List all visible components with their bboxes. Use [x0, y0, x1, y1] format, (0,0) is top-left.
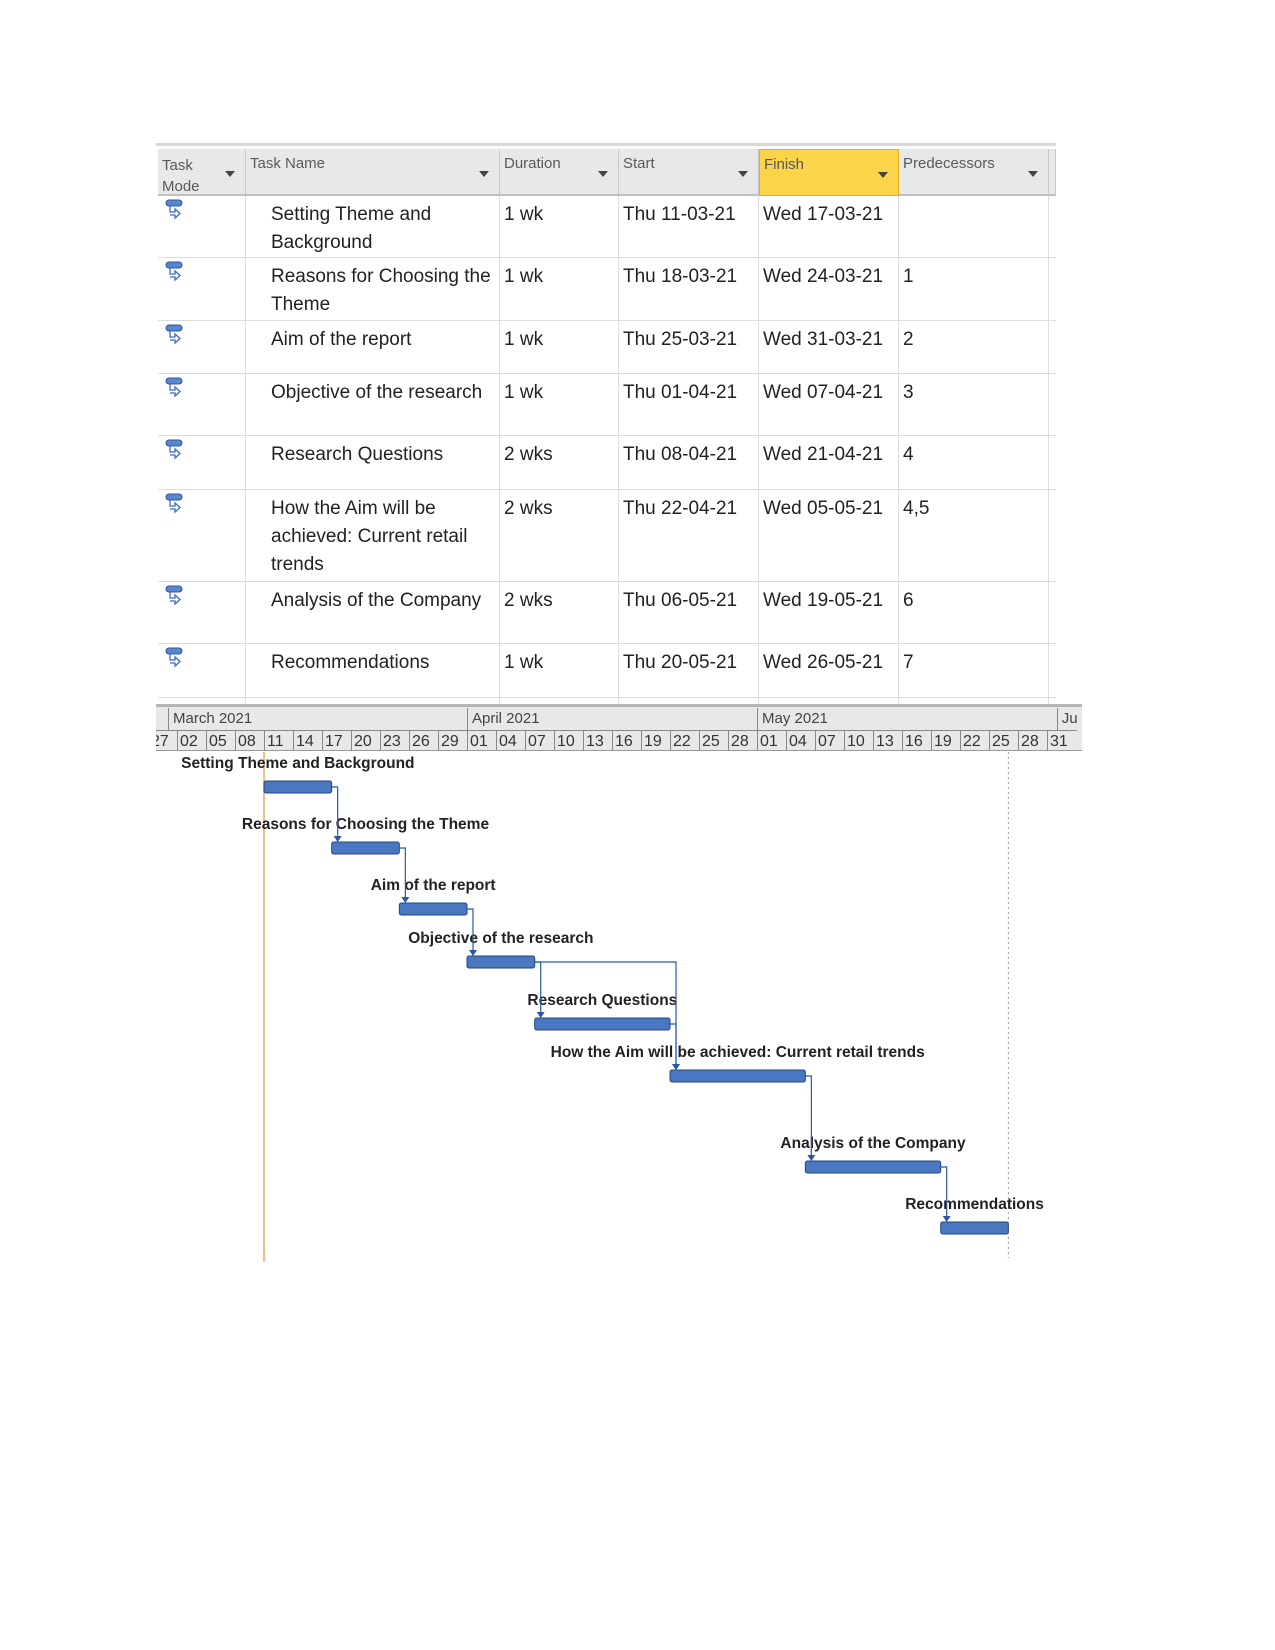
task-bar-label: Objective of the research: [408, 930, 593, 947]
task-bar[interactable]: [669, 1069, 806, 1083]
dependency-arrow-icon: [942, 1216, 951, 1222]
task-bar-label: Aim of the report: [371, 877, 496, 894]
gantt-chart: Setting Theme and Background Reasons for …: [181, 752, 1044, 1262]
task-bar-label: Recommendations: [905, 1196, 1044, 1213]
dependency-arrow-icon: [469, 950, 478, 956]
task-bar-label: Analysis of the Company: [780, 1135, 966, 1152]
task-bar[interactable]: [398, 902, 468, 916]
task-bar-label: How the Aim will be achieved: Current re…: [551, 1044, 925, 1061]
task-bar-label: Research Questions: [527, 992, 677, 1009]
task-bar[interactable]: [940, 1221, 1009, 1235]
task-bar[interactable]: [263, 780, 333, 794]
page: Task Mode Task Name Duration Start Finis…: [0, 0, 1275, 1650]
task-bar[interactable]: [804, 1160, 942, 1174]
task-bar-label: Reasons for Choosing the Theme: [242, 816, 490, 833]
dependency-arrow-icon: [536, 1012, 545, 1018]
task-bar-label: Setting Theme and Background: [181, 755, 414, 772]
dependency-arrow-icon: [333, 836, 342, 842]
dependency-arrow-icon: [672, 1064, 681, 1070]
task-bar[interactable]: [534, 1017, 671, 1031]
task-bar[interactable]: [331, 841, 400, 855]
dependency-arrow-icon: [401, 897, 410, 903]
task-bar[interactable]: [466, 955, 536, 969]
dependency-arrow-icon: [807, 1155, 816, 1161]
